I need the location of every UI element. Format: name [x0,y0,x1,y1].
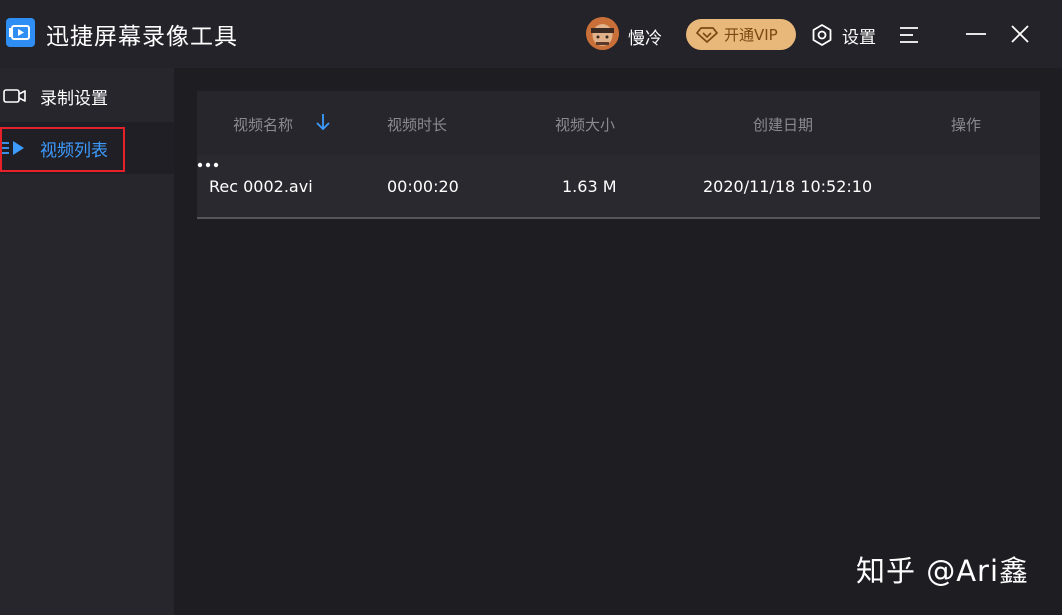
settings-button[interactable]: 设置 [810,22,876,48]
column-header-size[interactable]: 视频大小 [555,114,615,135]
open-vip-button[interactable]: 开通VIP [686,19,796,50]
title-bar: 迅捷屏幕录像工具 慢冷 开通VIP 设置 [0,0,1062,68]
main-content: 视频名称 视频时长 视频大小 创建日期 操作 Rec 0002.avi 00:0… [174,68,1062,615]
menu-icon[interactable] [898,24,920,46]
more-icon[interactable] [197,155,219,175]
settings-label: 设置 [842,27,876,48]
cell-video-name: Rec 0002.avi [209,177,313,196]
camera-icon [3,89,26,103]
minimize-icon[interactable] [964,22,988,46]
user-name[interactable]: 慢冷 [628,24,662,49]
cell-video-size: 1.63 M [562,177,617,196]
sidebar-item-record-settings[interactable]: 录制设置 [0,70,174,122]
gear-icon [812,24,832,46]
cell-created-date: 2020/11/18 10:52:10 [703,177,873,196]
video-table: 视频名称 视频时长 视频大小 创建日期 操作 Rec 0002.avi 00:0… [197,91,1040,219]
sort-down-arrow-icon[interactable] [315,112,331,132]
sidebar-item-label: 录制设置 [40,88,108,109]
cell-video-duration: 00:00:20 [387,177,459,196]
watermark: 知乎 @Ari鑫 [856,554,1030,588]
column-header-duration[interactable]: 视频时长 [387,114,447,135]
column-header-date[interactable]: 创建日期 [753,114,813,135]
column-header-action: 操作 [951,116,982,134]
highlight-box [0,127,125,172]
sidebar: 录制设置 视频列表 [0,68,174,615]
close-icon[interactable] [1008,22,1032,46]
app-logo-icon [6,18,35,47]
table-row[interactable]: Rec 0002.avi 00:00:20 1.63 M 2020/11/18 … [197,155,1040,219]
app-title: 迅捷屏幕录像工具 [46,24,238,50]
vip-label: 开通VIP [724,26,778,44]
column-header-name[interactable]: 视频名称 [233,114,293,135]
table-header: 视频名称 视频时长 视频大小 创建日期 操作 [197,91,1040,155]
diamond-icon [696,26,718,43]
avatar[interactable] [586,17,619,50]
